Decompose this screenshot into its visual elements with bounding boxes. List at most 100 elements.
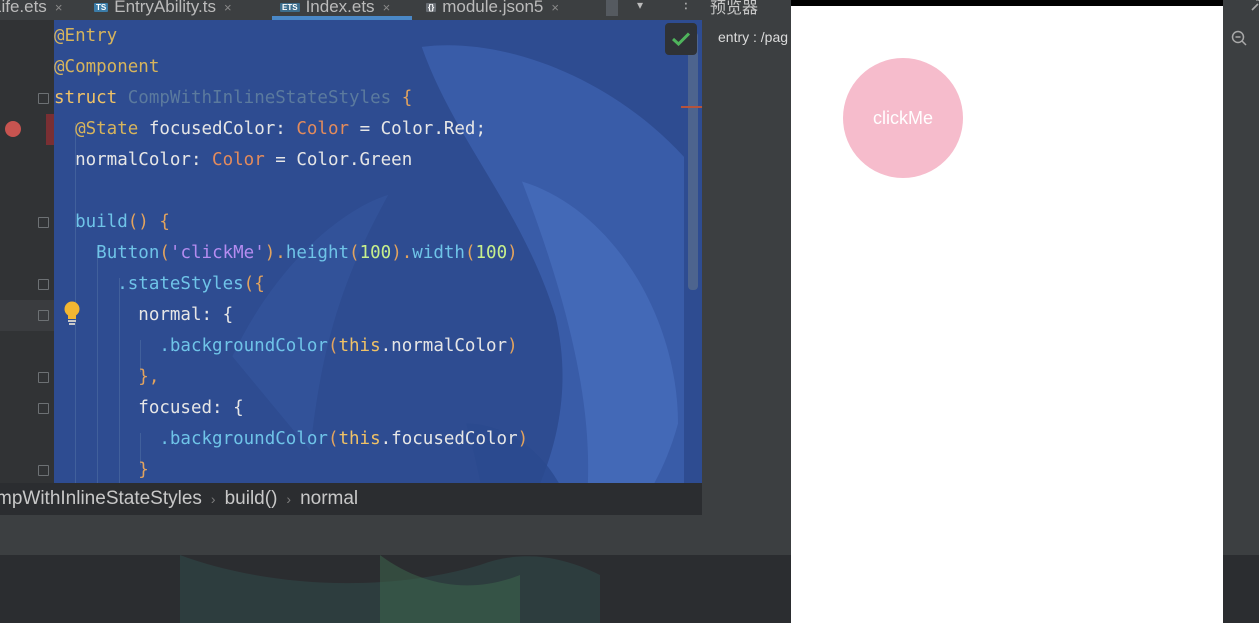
fold-icon[interactable] bbox=[38, 217, 49, 228]
code-token: focusedColor: bbox=[138, 119, 297, 139]
fold-icon[interactable] bbox=[38, 372, 49, 383]
code-token: ) bbox=[507, 336, 518, 356]
close-icon[interactable]: × bbox=[551, 0, 559, 15]
code-token: @Entry bbox=[54, 26, 118, 46]
code-line[interactable]: .stateStyles({ bbox=[54, 269, 265, 300]
ts-file-icon: TS bbox=[94, 2, 109, 12]
code-line[interactable]: }, bbox=[54, 362, 159, 393]
code-token: @Component bbox=[54, 57, 160, 77]
previewer-panel bbox=[702, 55, 791, 515]
inspection-status-button[interactable] bbox=[665, 23, 697, 55]
code-line[interactable]: @Component bbox=[54, 52, 159, 83]
code-token: .stateStyles bbox=[117, 274, 244, 294]
scrollbar-marker bbox=[681, 106, 702, 108]
code-token: .normalColor bbox=[380, 336, 508, 356]
code-token: ( bbox=[464, 243, 476, 263]
code-token: Color bbox=[212, 150, 265, 170]
json-file-icon: {} bbox=[426, 2, 437, 12]
bottom-panel bbox=[0, 555, 791, 623]
code-token: .backgroundColor bbox=[159, 429, 328, 449]
close-icon[interactable]: × bbox=[224, 0, 232, 15]
code-token: struct bbox=[54, 88, 128, 108]
tab-life-ets[interactable]: Life.ets × bbox=[0, 0, 62, 20]
code-line[interactable]: @Entry bbox=[54, 21, 117, 52]
code-token: ) bbox=[517, 429, 529, 449]
breadcrumb-separator: › bbox=[210, 491, 216, 507]
close-icon[interactable]: × bbox=[55, 0, 63, 15]
code-line[interactable]: focused: { bbox=[54, 393, 244, 424]
breadcrumb-item-struct[interactable]: mpWithInlineStateStyles bbox=[0, 488, 202, 510]
fold-icon[interactable] bbox=[38, 279, 49, 290]
fold-icon[interactable] bbox=[38, 403, 49, 414]
code-editor[interactable]: @Entry @Component struct CompWithInlineS… bbox=[54, 20, 684, 483]
code-line[interactable]: Button('clickMe').height(100).width(100) bbox=[54, 238, 518, 269]
code-token: = Color.Green bbox=[264, 150, 413, 170]
more-options-icon[interactable]: ⋮ bbox=[679, 0, 693, 12]
code-token: } bbox=[54, 460, 149, 480]
code-line[interactable]: .backgroundColor(this.focusedColor) bbox=[54, 424, 528, 455]
code-token: ( bbox=[349, 243, 360, 263]
code-token: CompWithInlineStateStyles bbox=[127, 88, 392, 108]
code-token: normalColor: bbox=[54, 150, 213, 170]
previewer-page-path[interactable]: entry : /pag bbox=[718, 29, 788, 45]
code-token: width bbox=[412, 243, 465, 263]
breadcrumb-item-build[interactable]: build() bbox=[225, 488, 278, 510]
code-token: ( bbox=[159, 243, 170, 263]
code-token: ). bbox=[264, 243, 286, 263]
code-token: .backgroundColor bbox=[159, 336, 328, 356]
code-line[interactable]: struct CompWithInlineStateStyles { bbox=[54, 83, 412, 114]
settings-icon[interactable] bbox=[1250, 0, 1259, 12]
code-token: = Color.Red; bbox=[349, 119, 486, 139]
tool-window-strip bbox=[0, 515, 791, 555]
fold-icon[interactable] bbox=[38, 465, 49, 476]
tab-label: EntryAbility.ts bbox=[114, 0, 216, 16]
code-token: @State bbox=[75, 119, 139, 139]
code-line[interactable]: } bbox=[54, 455, 149, 483]
code-token: () { bbox=[127, 212, 170, 232]
code-line[interactable]: .backgroundColor(this.normalColor) bbox=[54, 331, 518, 362]
tab-module-json5[interactable]: {} module.json5 × bbox=[426, 0, 559, 20]
clickme-button[interactable]: clickMe bbox=[843, 58, 963, 178]
code-token: ). bbox=[391, 243, 413, 263]
code-token: ( bbox=[327, 429, 339, 449]
previewer-header: 预览器 bbox=[702, 0, 791, 20]
device-top-bar bbox=[791, 0, 1223, 6]
checkmark-icon bbox=[672, 32, 690, 46]
more-tabs-icon[interactable] bbox=[606, 0, 618, 16]
close-icon[interactable]: × bbox=[383, 0, 391, 15]
scrollbar-thumb[interactable] bbox=[688, 32, 698, 290]
tab-label: module.json5 bbox=[442, 0, 544, 16]
zoom-out-icon[interactable] bbox=[1231, 30, 1247, 46]
code-token: 100 bbox=[359, 243, 392, 263]
code-token: ) bbox=[507, 243, 518, 263]
breadcrumb: mpWithInlineStateStyles › build() › norm… bbox=[0, 483, 702, 515]
tab-dropdown-icon[interactable]: ▾ bbox=[637, 0, 643, 12]
code-line[interactable]: @State focusedColor: Color = Color.Red; bbox=[54, 114, 486, 145]
breadcrumb-separator: › bbox=[286, 491, 292, 507]
code-token: focused: { bbox=[54, 398, 244, 418]
code-token: ( bbox=[327, 336, 339, 356]
breakpoint-icon[interactable] bbox=[5, 121, 21, 137]
code-token: 100 bbox=[475, 243, 508, 263]
code-line[interactable]: normalColor: Color = Color.Green bbox=[54, 145, 412, 176]
code-line[interactable]: build() { bbox=[54, 207, 170, 238]
code-token: ({ bbox=[243, 274, 265, 294]
ets-file-icon: ETS bbox=[280, 2, 300, 12]
code-token: { bbox=[391, 88, 413, 108]
code-token: }, bbox=[54, 367, 160, 387]
tab-entryability-ts[interactable]: TS EntryAbility.ts × bbox=[94, 0, 232, 20]
previewer-side-bottom bbox=[1223, 555, 1259, 623]
breadcrumb-item-normal[interactable]: normal bbox=[300, 488, 358, 510]
code-token: this bbox=[338, 336, 381, 356]
fold-icon[interactable] bbox=[38, 310, 49, 321]
code-token: build bbox=[75, 212, 128, 232]
code-token: .focusedColor bbox=[380, 429, 518, 449]
fold-icon[interactable] bbox=[38, 93, 49, 104]
code-token: Button bbox=[96, 243, 160, 263]
tab-label: Life.ets bbox=[0, 0, 47, 16]
lightbulb-icon[interactable] bbox=[62, 300, 82, 326]
